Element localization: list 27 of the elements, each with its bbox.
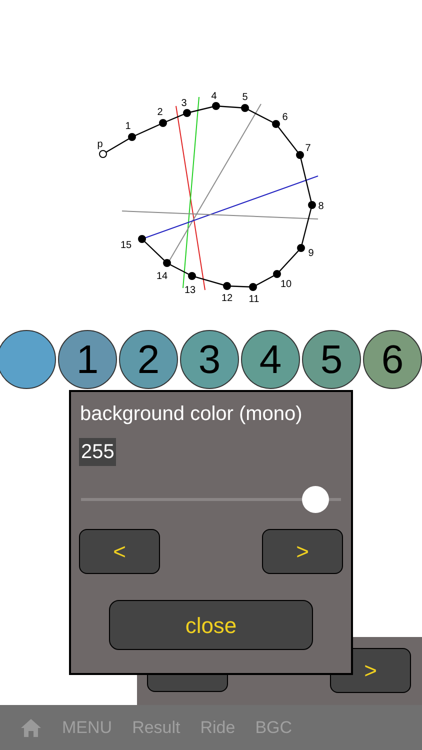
point-label: 7 bbox=[305, 143, 311, 154]
point-label: 11 bbox=[248, 294, 260, 305]
point-label: 3 bbox=[181, 98, 187, 109]
next-button[interactable]: > bbox=[262, 529, 343, 574]
dialog-title: background color (mono) bbox=[80, 402, 304, 426]
color-button[interactable]: 6 bbox=[363, 330, 422, 389]
point-label: 6 bbox=[282, 112, 288, 123]
color-button[interactable]: 5 bbox=[302, 330, 361, 389]
point-label: 13 bbox=[184, 285, 196, 296]
point-label: 14 bbox=[156, 271, 168, 282]
point-label: 4 bbox=[211, 91, 217, 102]
previous-button[interactable]: < bbox=[79, 529, 160, 574]
point-label: 12 bbox=[221, 293, 233, 304]
point-label: p bbox=[97, 139, 103, 150]
point-label: 5 bbox=[242, 92, 248, 103]
color-button[interactable]: 4 bbox=[241, 330, 300, 389]
close-button[interactable]: close bbox=[109, 600, 313, 650]
point-label: 10 bbox=[280, 279, 292, 290]
value-display: 255 bbox=[79, 438, 116, 466]
point-label: 15 bbox=[120, 240, 132, 251]
point-label: 1 bbox=[125, 121, 131, 132]
color-button[interactable]: 3 bbox=[180, 330, 239, 389]
point-label: 9 bbox=[308, 248, 314, 259]
color-button[interactable]: 1 bbox=[58, 330, 117, 389]
point-label: 2 bbox=[157, 107, 163, 118]
point-label: 8 bbox=[318, 201, 324, 212]
color-button[interactable]: 2 bbox=[119, 330, 178, 389]
